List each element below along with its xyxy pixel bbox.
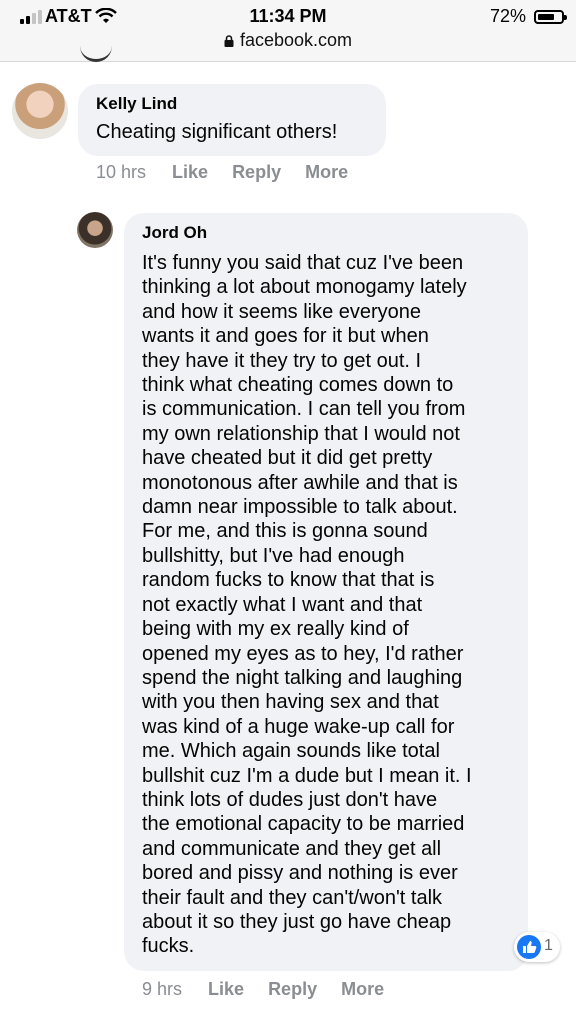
comment-text-line: their fault and they can't/won't talk xyxy=(142,886,443,909)
comment-text-line: about it so they just go have cheap xyxy=(142,910,452,933)
comment-timestamp[interactable]: 9 hrs xyxy=(142,979,182,1000)
comment-text-line: opened my eyes as to hey, I'd rather xyxy=(142,642,464,665)
reaction-summary[interactable]: 1 xyxy=(514,932,560,962)
comment-actions: 9 hrs Like Reply More xyxy=(142,979,408,1000)
comment-text-line: For me, and this is gonna sound xyxy=(142,520,428,543)
comment-text-line: monotonous after awhile and that is xyxy=(142,471,458,494)
comment-text-line: thinking a lot about monogamy lately xyxy=(142,276,467,299)
comment-text-line: bullshit cuz I'm a dude but I mean it. I xyxy=(142,764,472,787)
comment-text-line: and communicate and they get all xyxy=(142,837,442,860)
comment-text-line: being with my ex really kind of xyxy=(142,618,409,641)
comment-text-line: they have it they try to get out. I xyxy=(142,349,422,372)
avatar[interactable] xyxy=(77,212,113,248)
comment-text-line: random fucks to know that that is xyxy=(142,569,435,592)
comment-actions: 10 hrs Like Reply More xyxy=(96,162,372,183)
comment-text-line: is communication. I can tell you from xyxy=(142,398,466,421)
like-button[interactable]: Like xyxy=(172,162,208,183)
comment-bubble: Jord Oh It's funny you said that cuz I'v… xyxy=(124,213,528,971)
comment-text-line: with you then having sex and that xyxy=(142,691,439,714)
avatar[interactable] xyxy=(12,83,68,139)
like-button[interactable]: Like xyxy=(208,979,244,1000)
like-icon xyxy=(517,935,541,959)
comment-text: It's funny you said that cuz I've been th… xyxy=(142,251,472,959)
comment-text-line: me. Which again sounds like total xyxy=(142,740,440,763)
more-button[interactable]: More xyxy=(305,162,348,183)
comment-author[interactable]: Jord Oh xyxy=(142,223,207,243)
battery-percentage: 72% xyxy=(489,6,526,26)
comment-text-line: think lots of dudes just don't have xyxy=(142,788,438,811)
comment-timestamp[interactable]: 10 hrs xyxy=(96,162,146,183)
more-button[interactable]: More xyxy=(341,979,384,1000)
comment-text-line: not exactly what I want and that xyxy=(142,593,423,616)
comment-text-line: my own relationship that I would not xyxy=(142,422,460,445)
status-bar: AT&T 11:34 PM 72% xyxy=(0,5,576,27)
comment-text-line: bored and pissy and nothing is ever xyxy=(142,862,458,885)
comment-text-line: bullshitty, but I've had enough xyxy=(142,544,405,567)
comment-text-line: think what cheating comes down to xyxy=(142,374,454,397)
url-text: facebook.com xyxy=(239,30,353,50)
comment-text-line: It's funny you said that cuz I've been xyxy=(142,252,464,274)
comment-text: Cheating significant others! xyxy=(96,121,338,143)
comment-text-line: fucks. xyxy=(142,935,195,958)
comment-author[interactable]: Kelly Lind xyxy=(96,94,177,114)
lock-icon xyxy=(224,35,234,47)
comment-text-line: and how it seems like everyone xyxy=(142,300,422,323)
comment-text-line: was kind of a huge wake-up call for xyxy=(142,715,455,738)
reaction-count: 1 xyxy=(544,937,553,954)
reply-button[interactable]: Reply xyxy=(268,979,317,1000)
comment-text-line: damn near impossible to talk about. xyxy=(142,496,458,519)
comment-text-line: wants it and goes for it but when xyxy=(142,325,429,348)
comment-text-line: the emotional capacity to be married xyxy=(142,813,465,836)
battery-icon xyxy=(534,10,567,24)
comment-bubble: Kelly Lind Cheating significant others! xyxy=(78,84,386,156)
comment-text-line: spend the night talking and laughing xyxy=(142,666,463,689)
comment-text-line: have cheated but it did get pretty xyxy=(142,447,433,470)
reply-button[interactable]: Reply xyxy=(232,162,281,183)
